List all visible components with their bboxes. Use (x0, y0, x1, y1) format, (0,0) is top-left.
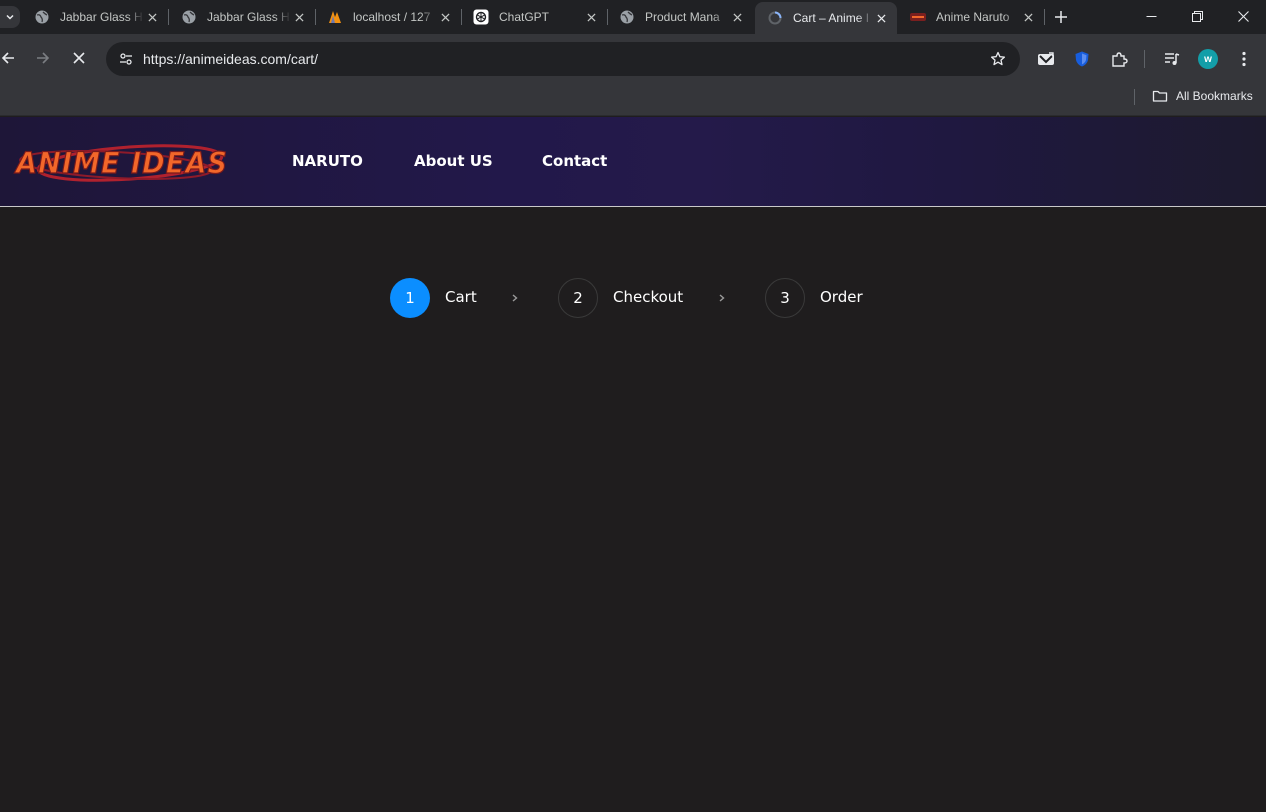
browser-toolbar: https://animeideas.com/cart/ w (0, 34, 1266, 82)
loading-icon (767, 10, 783, 26)
tab-jabbar-glass-1[interactable]: Jabbar Glass H (22, 2, 168, 32)
all-bookmarks-label: All Bookmarks (1176, 89, 1253, 103)
nav-naruto[interactable]: NARUTO (292, 152, 363, 170)
nav-contact[interactable]: Contact (542, 152, 607, 170)
bookmark-star-icon[interactable] (990, 51, 1006, 67)
restore-button[interactable] (1174, 0, 1220, 32)
tab-title: Anime Naruto (936, 10, 1010, 24)
nav-about-us[interactable]: About US (414, 152, 493, 170)
chevron-right-icon (512, 294, 518, 302)
close-window-button[interactable] (1220, 0, 1266, 32)
stop-loading-button[interactable] (67, 46, 91, 70)
kebab-menu-icon[interactable] (1234, 49, 1254, 69)
restore-icon (1191, 10, 1203, 22)
globe-icon (619, 9, 635, 25)
close-icon[interactable] (291, 9, 307, 25)
arrow-right-icon (37, 52, 50, 64)
toolbar-divider (1144, 50, 1145, 68)
checkout-steps: 1 Cart 2 Checkout 3 Order (0, 278, 1266, 318)
address-bar[interactable]: https://animeideas.com/cart/ (106, 42, 1020, 76)
chevron-right-icon (719, 294, 725, 302)
tune-icon (120, 53, 132, 65)
tab-title: Jabbar Glass H (60, 10, 143, 24)
minimize-button[interactable] (1128, 0, 1174, 32)
forward-button[interactable] (31, 46, 55, 70)
browser-tab-strip: Jabbar Glass H Jabbar Glass H localhost … (0, 0, 1266, 34)
media-controls-icon[interactable] (1162, 49, 1182, 69)
tab-title: Product Mana (645, 10, 720, 24)
tab-anime-naruto[interactable]: Anime Naruto (898, 2, 1044, 32)
step-label-order[interactable]: Order (820, 288, 863, 306)
globe-icon (34, 9, 50, 25)
step-number-checkout[interactable]: 2 (558, 278, 598, 318)
folder-icon (1152, 90, 1168, 102)
close-icon[interactable] (729, 9, 745, 25)
globe-icon (181, 9, 197, 25)
close-icon[interactable] (873, 10, 889, 26)
profile-avatar[interactable]: w (1198, 49, 1218, 69)
tab-cart-anime-ideas[interactable]: Cart – Anime I (755, 2, 897, 34)
step-label-cart[interactable]: Cart (445, 288, 477, 306)
extensions-puzzle-icon[interactable] (1109, 49, 1129, 69)
step-number-order[interactable]: 3 (765, 278, 805, 318)
phpmyadmin-icon (327, 9, 343, 25)
chatgpt-icon (473, 9, 489, 25)
plus-icon (1055, 11, 1067, 23)
extension-icon[interactable] (1036, 49, 1056, 69)
close-icon[interactable] (583, 9, 599, 25)
arrow-left-icon (1, 52, 14, 64)
url-text[interactable]: https://animeideas.com/cart/ (143, 51, 318, 67)
chevron-down-icon (6, 14, 14, 20)
back-button[interactable] (0, 46, 20, 70)
site-favicon (910, 9, 926, 25)
bookmarks-divider (1134, 89, 1135, 105)
new-tab-button[interactable] (1052, 8, 1070, 26)
close-icon[interactable] (1020, 9, 1036, 25)
tab-chatgpt[interactable]: ChatGPT (461, 2, 607, 32)
minimize-icon (1146, 15, 1156, 17)
logo-text: ANIME IDEAS (14, 146, 228, 180)
tab-title: Cart – Anime I (793, 11, 870, 25)
step-number-cart[interactable]: 1 (390, 278, 430, 318)
close-icon (1237, 10, 1249, 22)
close-icon[interactable] (437, 9, 453, 25)
tab-title: localhost / 127 (353, 10, 431, 24)
close-icon[interactable] (144, 9, 160, 25)
tab-product-manager[interactable]: Product Mana (607, 2, 753, 32)
tab-separator (1044, 9, 1045, 25)
tab-jabbar-glass-2[interactable]: Jabbar Glass H (169, 2, 315, 32)
close-icon (73, 52, 85, 64)
step-label-checkout[interactable]: Checkout (613, 288, 683, 306)
site-header: ANIME IDEAS NARUTO About US Contact (0, 117, 1266, 207)
site-logo[interactable]: ANIME IDEAS (12, 137, 232, 187)
tab-localhost[interactable]: localhost / 127 (315, 2, 461, 32)
tab-title: ChatGPT (499, 10, 550, 24)
tab-search-button[interactable] (0, 6, 20, 28)
tab-title: Jabbar Glass H (207, 10, 290, 24)
shield-icon[interactable] (1072, 49, 1092, 69)
bookmarks-bar: All Bookmarks (0, 82, 1266, 116)
all-bookmarks-button[interactable]: All Bookmarks (1152, 88, 1253, 104)
site-info-button[interactable] (114, 47, 138, 71)
